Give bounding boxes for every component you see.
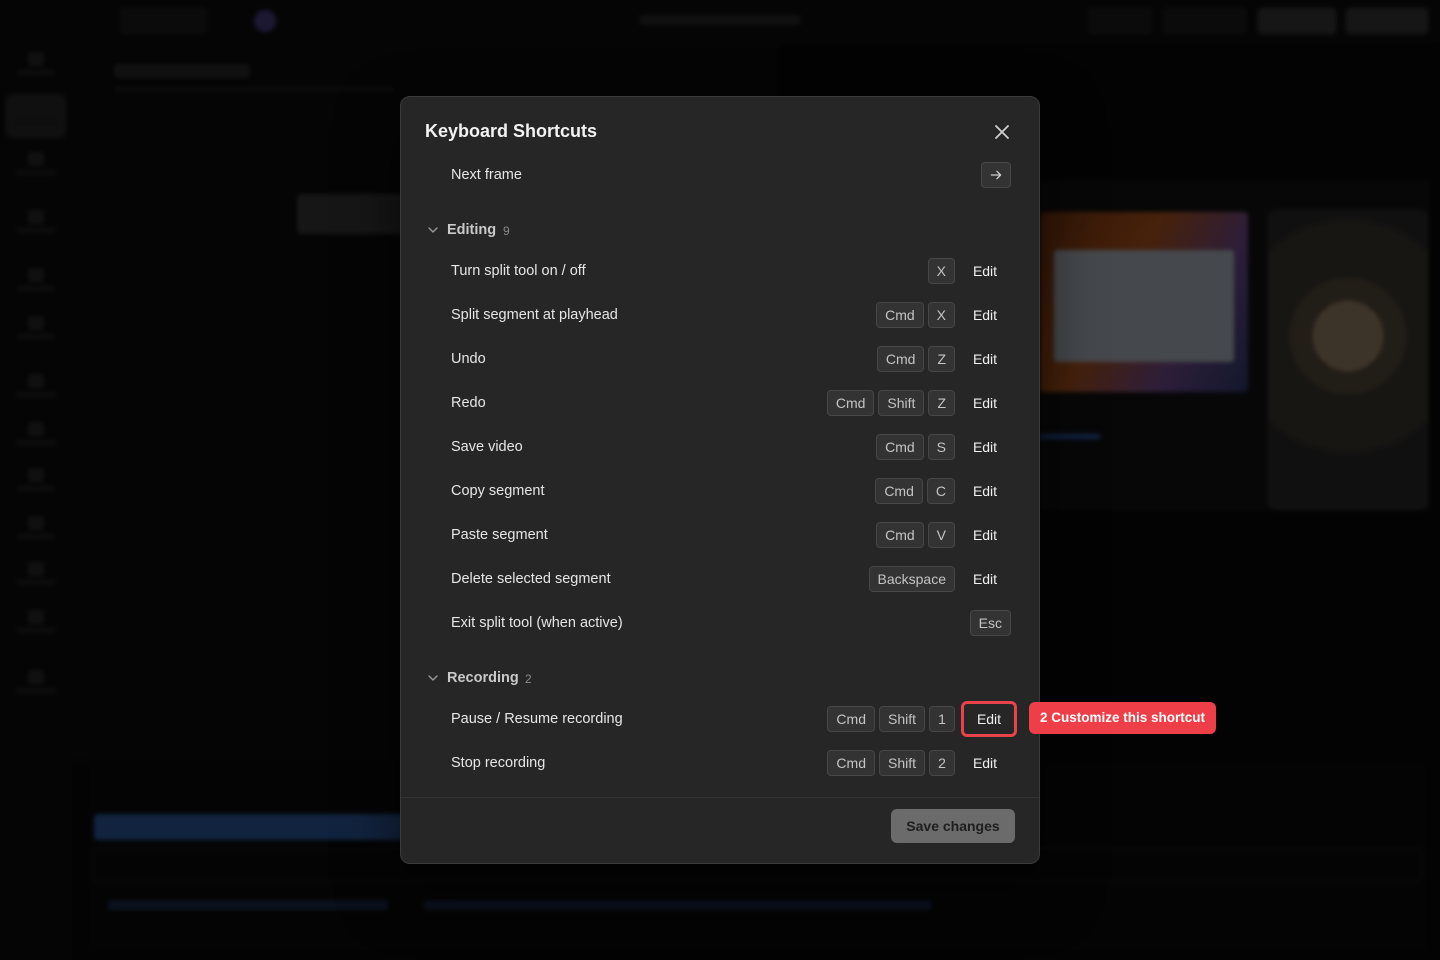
customize-shortcut-tooltip: 2 Customize this shortcut bbox=[1029, 702, 1217, 734]
shortcut-keys: X bbox=[927, 258, 955, 284]
key-cap: Cmd bbox=[827, 750, 875, 776]
shortcut-label: Undo bbox=[451, 351, 486, 367]
shortcut-keys: Cmd Z bbox=[876, 346, 955, 372]
edit-shortcut-button[interactable]: Edit bbox=[959, 300, 1011, 330]
shortcut-label: Next frame bbox=[451, 167, 522, 183]
key-cap: Cmd bbox=[827, 706, 875, 732]
shortcut-keys: Cmd Shift 1 bbox=[827, 706, 955, 732]
key-cap: Cmd bbox=[826, 390, 875, 416]
shortcut-row: Pause / Resume recording Cmd Shift 1 Edit bbox=[451, 701, 1017, 737]
close-button[interactable] bbox=[991, 121, 1013, 143]
key-cap: Cmd bbox=[876, 302, 924, 328]
edit-shortcut-button[interactable]: Edit bbox=[959, 432, 1011, 462]
shortcut-row: Copy segment Cmd C Edit bbox=[451, 476, 1011, 506]
edit-shortcut-button[interactable]: Edit bbox=[959, 520, 1011, 550]
section-title: Editing bbox=[447, 222, 497, 238]
section-count: 2 bbox=[525, 672, 532, 686]
key-cap: Esc bbox=[969, 610, 1011, 636]
shortcut-label: Turn split tool on / off bbox=[451, 263, 586, 279]
shortcut-keys: Cmd V bbox=[876, 522, 955, 548]
shortcut-label: Pause / Resume recording bbox=[451, 711, 623, 727]
shortcut-row: Stop recording Cmd Shift 2 Edit bbox=[451, 748, 1011, 778]
shortcut-keys: Esc bbox=[969, 610, 1011, 636]
shortcut-label: Split segment at playhead bbox=[451, 307, 618, 323]
edit-shortcut-button[interactable]: Edit bbox=[961, 701, 1017, 737]
edit-shortcut-button[interactable]: Edit bbox=[959, 564, 1011, 594]
shortcut-row: Undo Cmd Z Edit bbox=[451, 344, 1011, 374]
shortcut-label: Paste segment bbox=[451, 527, 548, 543]
key-cap: Shift bbox=[878, 706, 925, 732]
key-cap: Cmd bbox=[876, 434, 924, 460]
shortcut-label: Delete selected segment bbox=[451, 571, 611, 587]
section-header-recording[interactable]: Recording 2 bbox=[425, 667, 625, 691]
shortcut-keys: Cmd C bbox=[875, 478, 955, 504]
shortcut-row: Exit split tool (when active) Esc bbox=[451, 608, 1011, 638]
dialog-title: Keyboard Shortcuts bbox=[425, 121, 598, 141]
shortcut-keys: Backspace bbox=[868, 566, 955, 592]
save-changes-button[interactable]: Save changes bbox=[891, 809, 1015, 843]
shortcut-label: Save video bbox=[451, 439, 523, 455]
shortcut-row: Delete selected segment Backspace Edit bbox=[451, 564, 1011, 594]
shortcut-label: Redo bbox=[451, 395, 486, 411]
key-cap: C bbox=[926, 478, 955, 504]
key-cap: Z bbox=[928, 346, 955, 372]
shortcut-keys: Cmd Shift Z bbox=[826, 390, 955, 416]
key-cap: Shift bbox=[878, 750, 925, 776]
footer-divider bbox=[401, 797, 1039, 798]
close-icon bbox=[995, 125, 1009, 139]
edit-shortcut-button[interactable]: Edit bbox=[959, 388, 1011, 418]
chevron-down-icon bbox=[428, 227, 438, 233]
section-title: Recording bbox=[447, 670, 519, 686]
edit-shortcut-button[interactable]: Edit bbox=[959, 344, 1011, 374]
section-count: 9 bbox=[503, 224, 510, 238]
arrow-right-icon bbox=[981, 162, 1011, 188]
key-cap: 1 bbox=[929, 706, 955, 732]
key-cap: X bbox=[927, 258, 955, 284]
edit-shortcut-button[interactable]: Edit bbox=[959, 256, 1011, 286]
shortcut-keys bbox=[981, 162, 1011, 188]
key-cap: Cmd bbox=[876, 346, 925, 372]
key-cap: Cmd bbox=[875, 478, 923, 504]
shortcut-label: Exit split tool (when active) bbox=[451, 615, 623, 631]
shortcut-keys: Cmd S bbox=[876, 434, 955, 460]
shortcut-row: Save video Cmd S Edit bbox=[451, 432, 1011, 462]
shortcut-label: Stop recording bbox=[451, 755, 546, 771]
section-header-editing[interactable]: Editing 9 bbox=[425, 219, 625, 243]
shortcut-row: Redo Cmd Shift Z Edit bbox=[451, 388, 1011, 418]
key-cap: V bbox=[927, 522, 955, 548]
key-cap: S bbox=[927, 434, 955, 460]
key-cap: Shift bbox=[878, 390, 925, 416]
edit-shortcut-button[interactable]: Edit bbox=[959, 748, 1011, 778]
shortcut-keys: Cmd X bbox=[876, 302, 955, 328]
shortcut-label: Copy segment bbox=[451, 483, 545, 499]
shortcut-row-next-frame: Next frame bbox=[451, 160, 1011, 190]
key-cap: Backspace bbox=[868, 566, 955, 592]
shortcut-row: Paste segment Cmd V Edit bbox=[451, 520, 1011, 550]
chevron-down-icon bbox=[428, 675, 438, 681]
keyboard-shortcuts-dialog: Keyboard Shortcuts Next frame Editing 9 … bbox=[400, 96, 1040, 864]
edit-shortcut-button[interactable]: Edit bbox=[959, 476, 1011, 506]
key-cap: X bbox=[927, 302, 955, 328]
key-cap: Cmd bbox=[876, 522, 924, 548]
shortcut-row: Turn split tool on / off X Edit bbox=[451, 256, 1011, 286]
key-cap: 2 bbox=[929, 750, 955, 776]
key-cap: Z bbox=[928, 390, 955, 416]
shortcut-row: Split segment at playhead Cmd X Edit bbox=[451, 300, 1011, 330]
shortcut-keys: Cmd Shift 2 bbox=[827, 750, 955, 776]
